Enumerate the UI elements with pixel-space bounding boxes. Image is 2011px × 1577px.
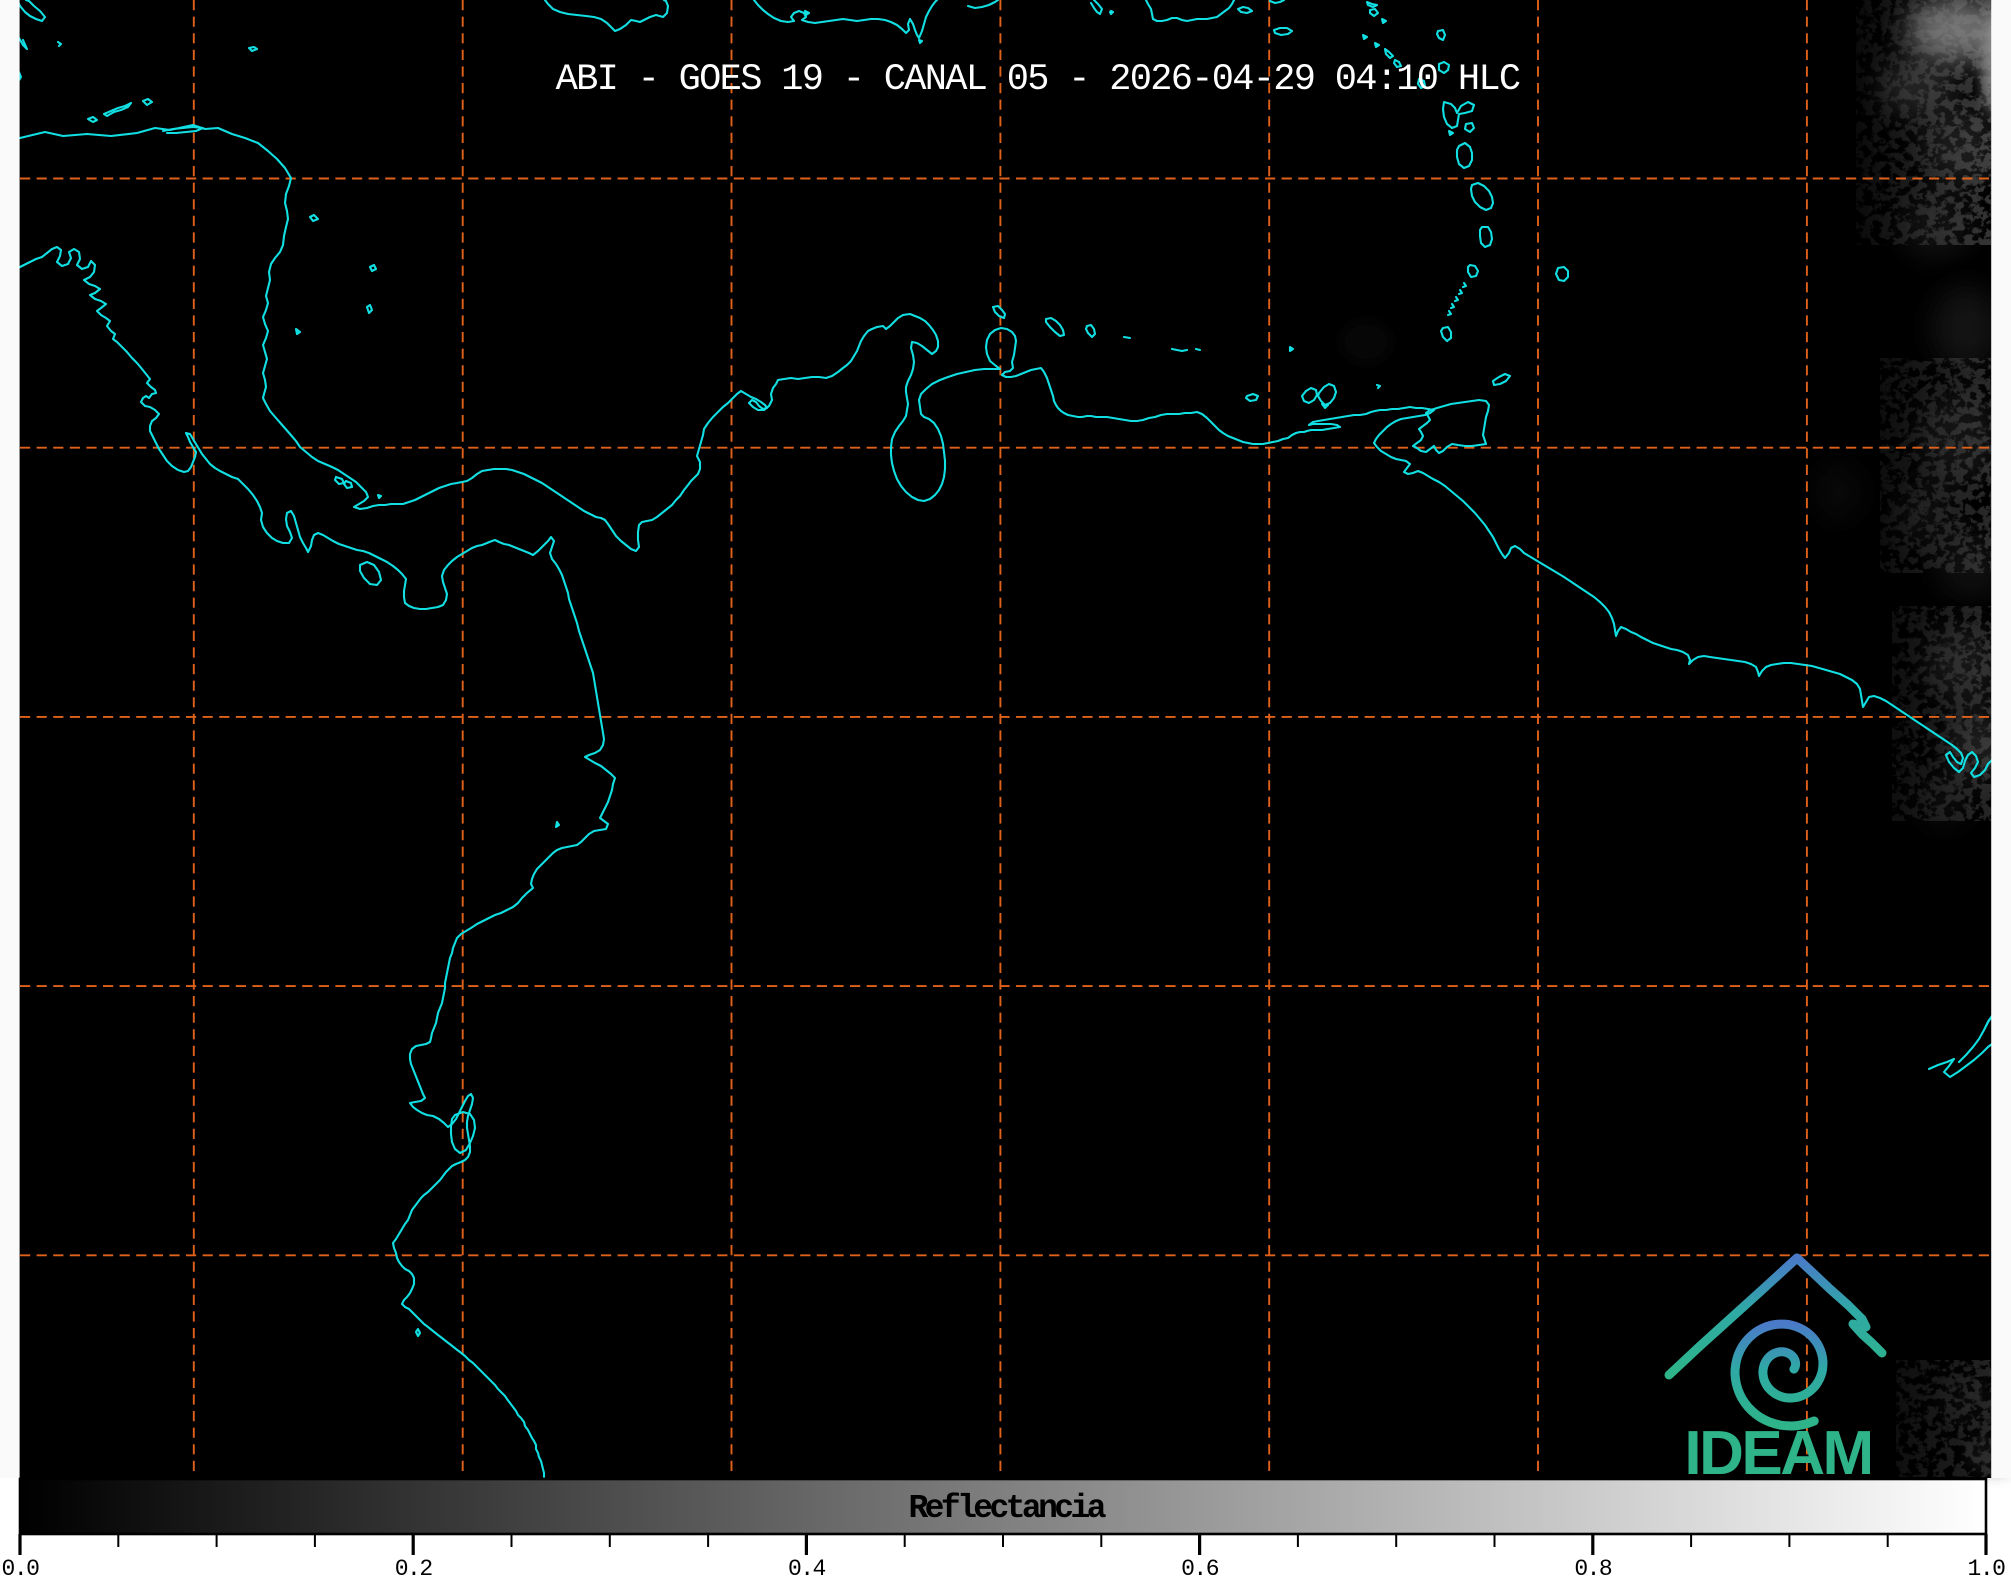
svg-text:Reflectancia: Reflectancia — [908, 1490, 1105, 1527]
svg-text:0.6: 0.6 — [1181, 1556, 1219, 1577]
svg-text:1.0: 1.0 — [1968, 1556, 2006, 1577]
svg-text:0.2: 0.2 — [395, 1556, 433, 1577]
svg-text:ABI - GOES 19 - CANAL 05 - 202: ABI - GOES 19 - CANAL 05 - 2026-04-29 04… — [556, 59, 1520, 101]
svg-text:0.0: 0.0 — [2, 1556, 40, 1577]
svg-text:0.8: 0.8 — [1574, 1556, 1612, 1577]
svg-text:IDEAM: IDEAM — [1684, 1419, 1871, 1488]
svg-text:0.4: 0.4 — [788, 1556, 826, 1577]
